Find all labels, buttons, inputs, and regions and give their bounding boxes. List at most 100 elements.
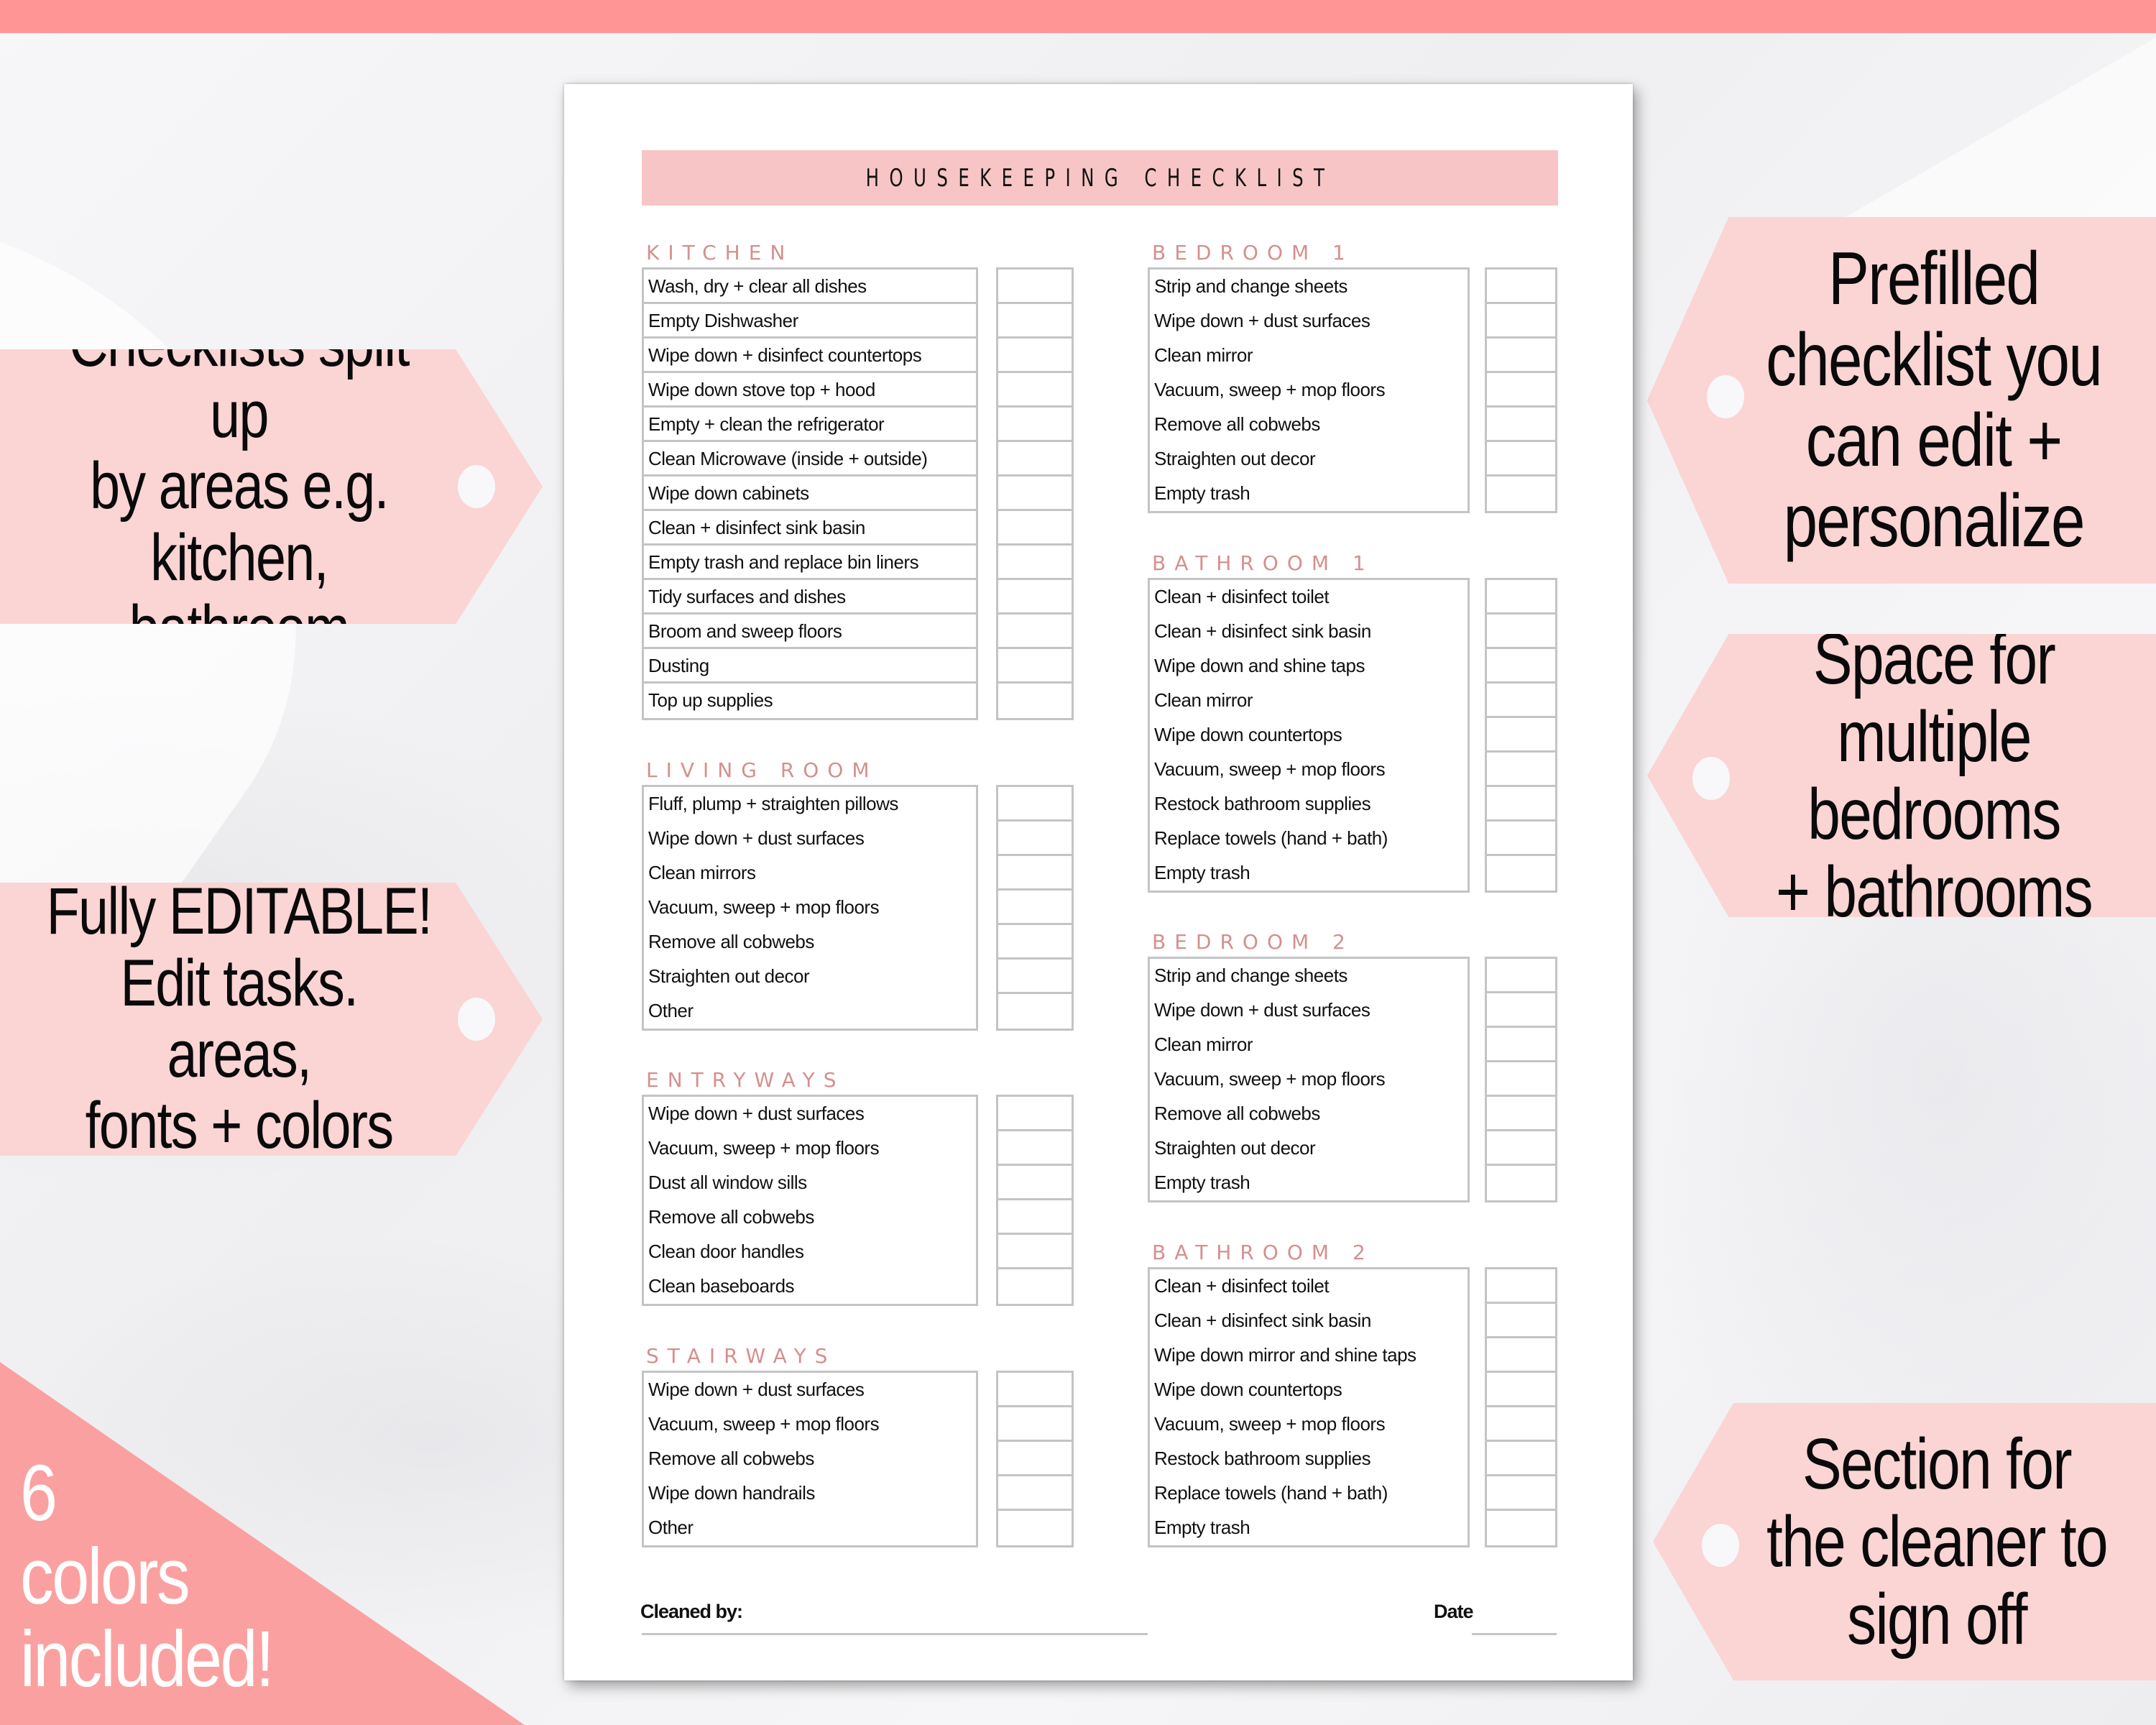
task-item[interactable]: Straighten out decor [1150,442,1468,477]
task-checkbox[interactable] [998,822,1072,856]
task-checkbox[interactable] [1487,649,1555,684]
task-item[interactable]: Empty Dishwasher [644,304,976,339]
task-checkbox[interactable] [998,684,1072,718]
task-checkbox[interactable] [1487,1373,1555,1407]
task-item[interactable]: Wipe down + dust surfaces [644,1097,976,1131]
task-checkbox[interactable] [1487,753,1555,787]
task-item[interactable]: Wipe down mirror and shine taps [1150,1338,1468,1373]
task-item[interactable]: Vacuum, sweep + mop floors [1150,1407,1468,1442]
task-item[interactable]: Wipe down cabinets [644,477,976,511]
task-item[interactable]: Strip and change sheets [1150,270,1468,304]
task-item[interactable]: Wipe down countertops [1150,1373,1468,1407]
task-item[interactable]: Replace towels (hand + bath) [1150,1476,1468,1511]
task-checkbox[interactable] [1487,718,1555,753]
task-checkbox[interactable] [998,960,1072,994]
task-item[interactable]: Straighten out decor [1150,1131,1468,1166]
task-checkbox[interactable] [998,925,1072,960]
task-item[interactable]: Clean door handles [644,1235,976,1269]
task-checkbox[interactable] [998,1166,1072,1200]
task-item[interactable]: Wipe down and shine taps [1150,649,1468,684]
task-item[interactable]: Empty trash [1150,856,1468,891]
task-item[interactable]: Clean + disinfect sink basin [644,511,976,546]
task-item[interactable]: Other [644,1511,976,1545]
task-checkbox[interactable] [998,615,1072,649]
task-item[interactable]: Broom and sweep floors [644,615,976,649]
task-checkbox[interactable] [998,1476,1072,1511]
task-item[interactable]: Empty trash [1150,1511,1468,1545]
task-item[interactable]: Vacuum, sweep + mop floors [644,1407,976,1442]
task-item[interactable]: Empty trash [1150,1166,1468,1200]
task-checkbox[interactable] [998,1097,1072,1131]
task-item[interactable]: Straighten out decor [644,960,976,994]
task-checkbox[interactable] [1487,442,1555,477]
task-checkbox[interactable] [1487,1442,1555,1476]
task-item[interactable]: Clean mirror [1150,1028,1468,1062]
task-checkbox[interactable] [1487,856,1555,891]
task-checkbox[interactable] [998,580,1072,615]
task-item[interactable]: Wipe down + dust surfaces [644,1373,976,1407]
task-item[interactable]: Other [644,994,976,1029]
task-item[interactable]: Top up supplies [644,684,976,718]
task-checkbox[interactable] [1487,1476,1555,1511]
task-checkbox[interactable] [1487,339,1555,373]
cleaned-by-field[interactable] [642,1633,1148,1635]
task-item[interactable]: Empty trash [1150,477,1468,511]
task-checkbox[interactable] [998,1511,1072,1545]
task-checkbox[interactable] [998,511,1072,546]
task-checkbox[interactable] [998,1131,1072,1166]
task-checkbox[interactable] [1487,684,1555,718]
task-checkbox[interactable] [1487,993,1555,1028]
task-checkbox[interactable] [1487,787,1555,822]
task-checkbox[interactable] [1487,1166,1555,1200]
task-item[interactable]: Clean + disinfect sink basin [1150,1304,1468,1338]
task-item[interactable]: Vacuum, sweep + mop floors [644,891,976,925]
task-checkbox[interactable] [1487,1062,1555,1097]
task-checkbox[interactable] [1487,1131,1555,1166]
task-checkbox[interactable] [998,1442,1072,1476]
task-checkbox[interactable] [998,546,1072,580]
task-item[interactable]: Clean mirror [1150,339,1468,373]
task-item[interactable]: Tidy surfaces and dishes [644,580,976,615]
date-field[interactable] [1472,1633,1557,1635]
task-checkbox[interactable] [998,373,1072,408]
task-checkbox[interactable] [998,442,1072,477]
task-item[interactable]: Restock bathroom supplies [1150,1442,1468,1476]
task-item[interactable]: Empty + clean the refrigerator [644,408,976,442]
task-item[interactable]: Empty trash and replace bin liners [644,546,976,580]
task-checkbox[interactable] [998,1269,1072,1304]
task-checkbox[interactable] [1487,959,1555,993]
task-checkbox[interactable] [1487,1338,1555,1373]
task-item[interactable]: Restock bathroom supplies [1150,787,1468,822]
task-item[interactable]: Wipe down stove top + hood [644,373,976,408]
task-checkbox[interactable] [1487,1511,1555,1545]
task-item[interactable]: Clean mirror [1150,684,1468,718]
task-item[interactable]: Remove all cobwebs [1150,408,1468,442]
task-item[interactable]: Vacuum, sweep + mop floors [644,1131,976,1166]
task-item[interactable]: Vacuum, sweep + mop floors [1150,1062,1468,1097]
task-checkbox[interactable] [998,994,1072,1029]
task-checkbox[interactable] [998,408,1072,442]
task-item[interactable]: Wipe down countertops [1150,718,1468,753]
task-checkbox[interactable] [998,1200,1072,1235]
task-checkbox[interactable] [1487,373,1555,408]
task-item[interactable]: Dusting [644,649,976,684]
task-checkbox[interactable] [1487,580,1555,615]
task-checkbox[interactable] [998,891,1072,925]
task-item[interactable]: Remove all cobwebs [644,1200,976,1235]
task-checkbox[interactable] [998,1407,1072,1442]
task-checkbox[interactable] [998,304,1072,339]
task-item[interactable]: Clean + disinfect toilet [1150,1269,1468,1304]
task-item[interactable]: Wipe down + dust surfaces [1150,993,1468,1028]
task-checkbox[interactable] [998,787,1072,822]
task-checkbox[interactable] [998,1235,1072,1269]
task-item[interactable]: Clean Microwave (inside + outside) [644,442,976,477]
task-item[interactable]: Remove all cobwebs [644,1442,976,1476]
task-item[interactable]: Clean + disinfect sink basin [1150,615,1468,649]
task-checkbox[interactable] [998,339,1072,373]
task-checkbox[interactable] [998,1373,1072,1407]
task-checkbox[interactable] [1487,1269,1555,1304]
task-item[interactable]: Dust all window sills [644,1166,976,1200]
task-item[interactable]: Remove all cobwebs [644,925,976,960]
task-checkbox[interactable] [998,270,1072,304]
task-item[interactable]: Wash, dry + clear all dishes [644,270,976,304]
